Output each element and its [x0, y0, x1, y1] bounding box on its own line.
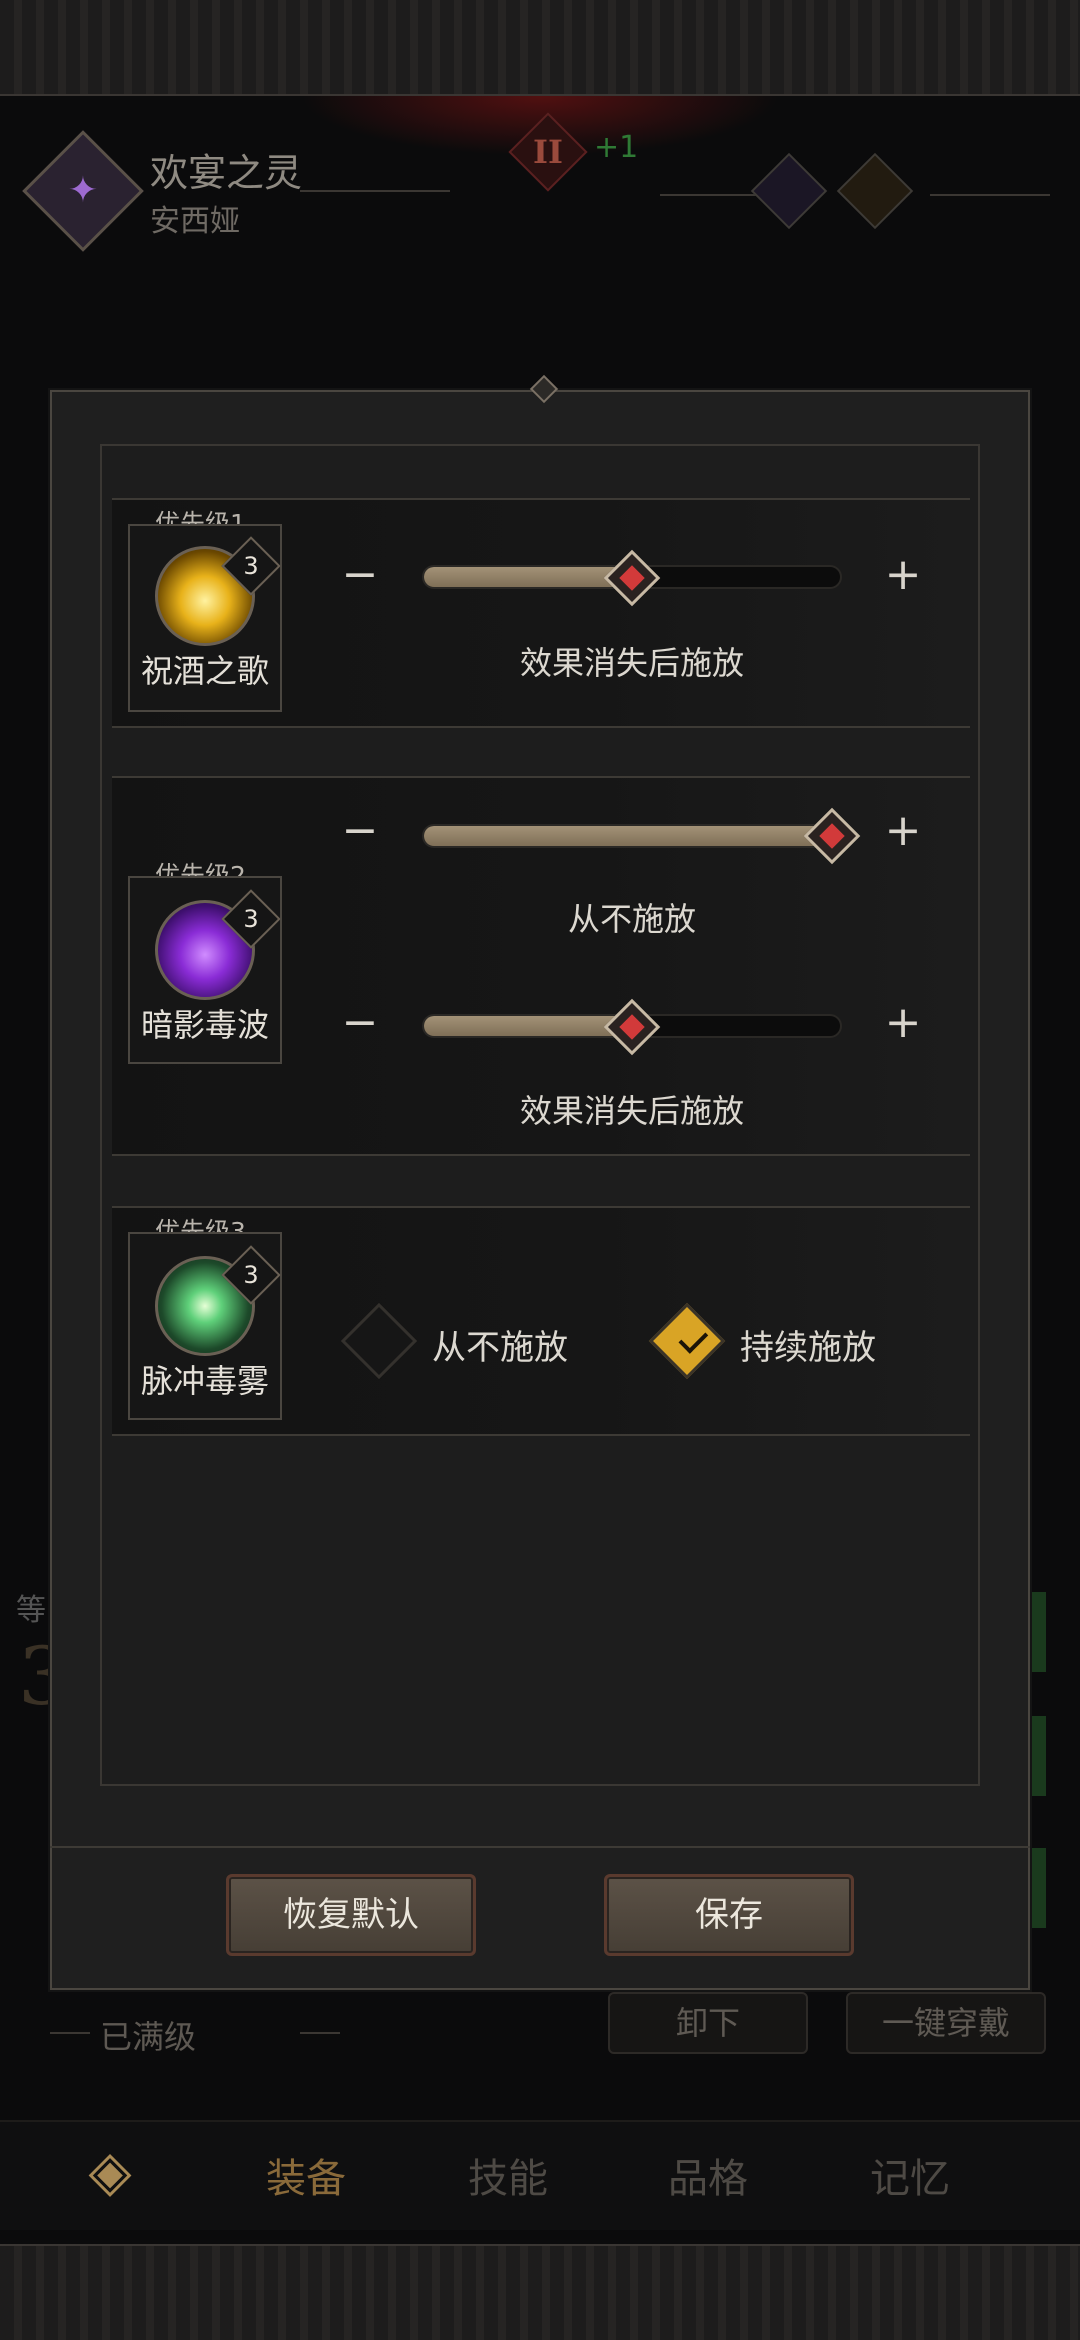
class-icon[interactable] [750, 152, 828, 230]
divider [300, 190, 450, 192]
increase-button[interactable]: + [866, 540, 940, 614]
divider [50, 2032, 90, 2034]
tab-skills[interactable]: 技能 [468, 2146, 548, 2204]
slider-fill [424, 1016, 632, 1036]
decrease-button[interactable]: − [323, 796, 397, 870]
hero-subtitle: 安西娅 [150, 204, 240, 239]
hero-icon: ✦ [22, 130, 144, 252]
back-arrow-icon[interactable]: ◈ [30, 2130, 190, 2214]
divider [660, 194, 760, 196]
decrease-button[interactable]: − [323, 540, 397, 614]
slider-label: 从不施放 [567, 900, 696, 938]
dialog-footer-divider [50, 1846, 1030, 1848]
bottom-ornament [0, 2244, 1080, 2340]
tab-equipment[interactable]: 装备 [266, 2146, 346, 2204]
save-button[interactable]: 保存 [604, 1874, 854, 1956]
stat-bar [1032, 1716, 1046, 1796]
level-label: 等 [16, 1593, 46, 1628]
tab-memory[interactable]: 记忆 [870, 2146, 950, 2204]
increase-button[interactable]: + [866, 796, 940, 870]
maxed-label: 已满级 [100, 2018, 197, 2056]
slider-label: 效果消失后施放 [519, 644, 744, 682]
unload-button[interactable]: 卸下 [608, 1992, 808, 2054]
rank-bonus: +1 [594, 130, 639, 165]
wear-all-button[interactable]: 一键穿戴 [846, 1992, 1046, 2054]
slider-fill [424, 826, 840, 846]
never-cast-label[interactable]: 从不施放 [432, 1320, 568, 1369]
slider-label: 效果消失后施放 [519, 1092, 744, 1130]
decrease-button[interactable]: − [323, 988, 397, 1062]
slider-fill [424, 567, 632, 587]
divider [930, 194, 1050, 196]
role-icon[interactable] [836, 152, 914, 230]
hero-name: 欢宴之灵 [150, 151, 303, 195]
top-ornament [0, 0, 1080, 96]
always-cast-label[interactable]: 持续施放 [740, 1320, 876, 1369]
tab-character[interactable]: 品格 [668, 2146, 748, 2204]
skill-name: 脉冲毒雾 [140, 1362, 269, 1400]
stat-bar [1032, 1848, 1046, 1928]
stat-bar [1032, 1592, 1046, 1672]
increase-button[interactable]: + [866, 988, 940, 1062]
skill-name: 暗影毒波 [140, 1006, 269, 1044]
divider [300, 2032, 340, 2034]
wand-icon: ✦ [67, 170, 99, 211]
skill-name: 祝酒之歌 [140, 652, 269, 690]
cast-slider[interactable] [422, 824, 842, 848]
reset-default-button[interactable]: 恢复默认 [226, 1874, 476, 1956]
